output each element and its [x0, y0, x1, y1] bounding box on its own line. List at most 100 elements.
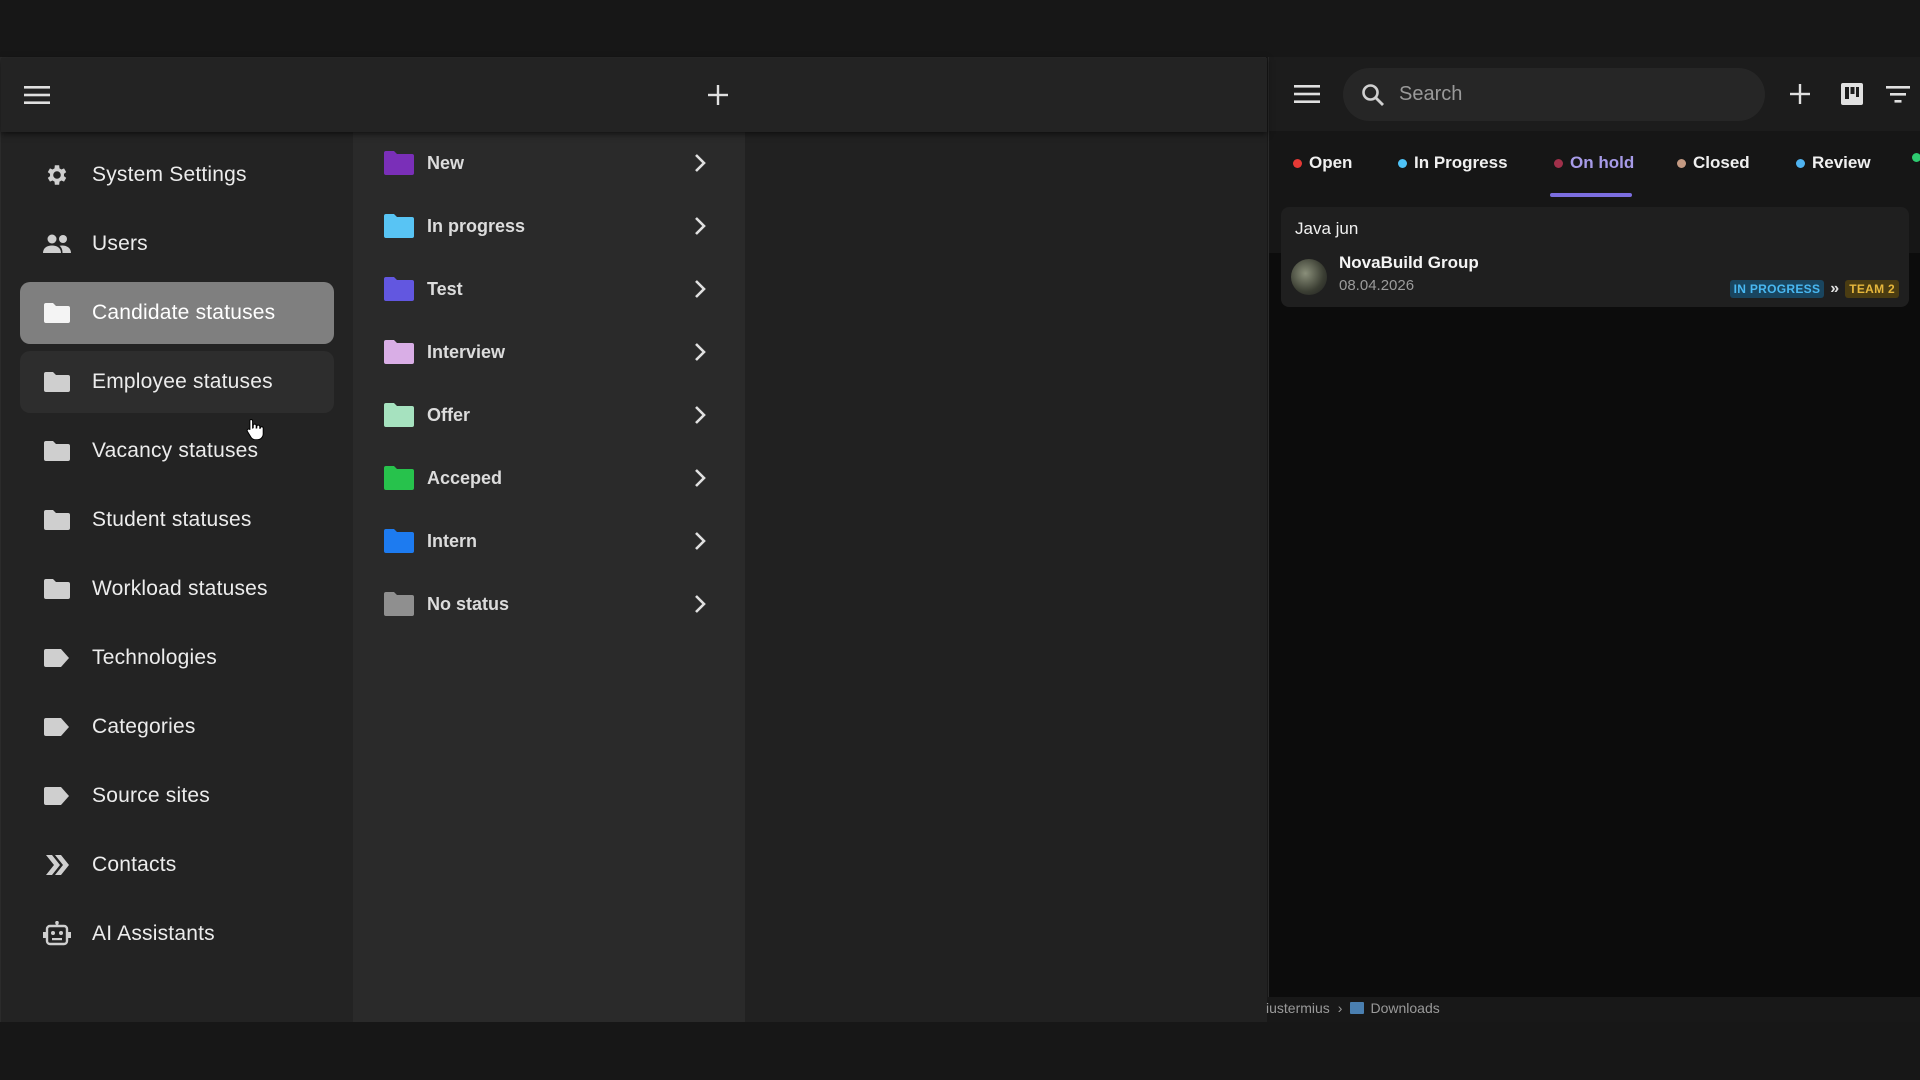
sidebar-item-candidate-statuses[interactable]: Candidate statuses	[20, 282, 334, 344]
sidebar-item-label: Employee statuses	[92, 370, 273, 393]
search-icon	[1361, 83, 1385, 107]
double-chevron-icon	[42, 850, 72, 880]
filter-button[interactable]	[1881, 77, 1915, 111]
sidebar-item-label: Users	[92, 232, 148, 255]
status-row-offer[interactable]: Offer	[353, 384, 745, 446]
add-vacancy-button[interactable]	[1783, 77, 1817, 111]
status-row-acceped[interactable]: Acceped	[353, 447, 745, 509]
sidebar-item-label: Student statuses	[92, 508, 252, 531]
folder-icon	[42, 574, 72, 604]
plus-icon	[708, 85, 728, 105]
settings-window: System Settings Users Candidate statuses…	[0, 57, 1267, 1023]
tag-icon	[42, 712, 72, 742]
board-header	[1269, 57, 1920, 131]
chevron-right-icon	[685, 148, 715, 178]
sidebar-item-label: Contacts	[92, 853, 177, 876]
status-label: Offer	[427, 404, 471, 425]
chevron-right-icon	[685, 211, 715, 241]
detail-pane	[745, 132, 1267, 1023]
status-label: No status	[427, 593, 510, 614]
folder-icon	[383, 212, 417, 240]
tag-icon	[42, 643, 72, 673]
folder-icon	[383, 527, 417, 555]
sidebar-item-label: System Settings	[92, 163, 247, 186]
folder-icon	[42, 505, 72, 535]
status-dot	[1293, 158, 1302, 168]
team-badge: TEAM 2	[1845, 280, 1899, 298]
screen-bottom-bar	[0, 1022, 1920, 1080]
breadcrumb-separator: ›	[1337, 1000, 1343, 1016]
board-view-button[interactable]	[1835, 77, 1869, 111]
folder-icon	[42, 367, 72, 397]
sidebar-item-system-settings[interactable]: System Settings	[20, 144, 334, 206]
status-dot	[1398, 158, 1407, 168]
sidebar-item-technologies[interactable]: Technologies	[20, 627, 334, 689]
status-row-test[interactable]: Test	[353, 258, 745, 320]
menu-button[interactable]	[19, 78, 55, 112]
folder-icon	[383, 338, 417, 366]
tab-label: Closed	[1693, 153, 1750, 172]
status-row-no-status[interactable]: No status	[353, 573, 745, 635]
search-input[interactable]	[1399, 83, 1739, 106]
vacancy-title: Java jun	[1295, 219, 1359, 238]
status-badge: IN PROGRESS	[1729, 280, 1825, 298]
folder-icon	[42, 298, 72, 328]
gear-icon	[42, 160, 72, 190]
company-avatar	[1291, 259, 1327, 295]
folder-icon	[383, 590, 417, 618]
vacancy-board-panel: Open In Progress On hold Closed Review J…	[1268, 57, 1920, 997]
add-button[interactable]	[700, 78, 736, 112]
sidebar-item-source-sites[interactable]: Source sites	[20, 765, 334, 827]
status-label: Acceped	[427, 467, 503, 488]
breadcrumb-item[interactable]: iustermius	[1266, 1000, 1330, 1016]
status-row-intern[interactable]: Intern	[353, 510, 745, 572]
folder-icon	[383, 401, 417, 429]
tab-label: In Progress	[1414, 153, 1508, 172]
kanban-icon	[1841, 83, 1863, 105]
status-row-interview[interactable]: Interview	[353, 321, 745, 383]
status-label: New	[427, 152, 465, 173]
sidebar-item-vacancy-statuses[interactable]: Vacancy statuses	[20, 420, 334, 482]
chevron-right-icon	[685, 274, 715, 304]
robot-icon	[42, 919, 72, 949]
chevron-right-icon	[685, 463, 715, 493]
tab-label: On hold	[1570, 153, 1635, 172]
tab-next[interactable]	[1912, 131, 1920, 253]
sidebar-item-categories[interactable]: Categories	[20, 696, 334, 758]
app-header	[1, 58, 1267, 132]
folder-icon	[383, 275, 417, 303]
sidebar-item-contacts[interactable]: Contacts	[20, 834, 334, 896]
status-dot	[1554, 158, 1563, 168]
sidebar-item-employee-statuses[interactable]: Employee statuses	[20, 351, 334, 413]
breadcrumb-item[interactable]: Downloads	[1370, 1000, 1439, 1016]
plus-icon	[1790, 84, 1810, 104]
status-row-new[interactable]: New	[353, 132, 745, 194]
vacancy-card[interactable]: Java jun NovaBuild Group 08.04.2026 IN P…	[1281, 207, 1909, 307]
sidebar-item-label: Categories	[92, 715, 196, 738]
sidebar-item-workload-statuses[interactable]: Workload statuses	[20, 558, 334, 620]
sidebar-item-label: Candidate statuses	[92, 301, 276, 324]
folder-icon	[383, 149, 417, 177]
active-tab-indicator	[1550, 193, 1632, 197]
candidate-status-list: New In progress Test Interview Offer Acc…	[353, 132, 745, 1023]
status-label: Interview	[427, 341, 506, 362]
menu-icon	[24, 86, 50, 104]
sidebar-item-users[interactable]: Users	[20, 213, 334, 275]
chevron-right-icon	[685, 526, 715, 556]
sidebar-item-label: Workload statuses	[92, 577, 268, 600]
status-dot	[1677, 158, 1686, 168]
board-menu-button[interactable]	[1289, 77, 1325, 111]
folder-icon	[383, 464, 417, 492]
sidebar-item-ai-assistants[interactable]: AI Assistants	[20, 903, 334, 965]
sidebar-item-label: Source sites	[92, 784, 210, 807]
status-row-in-progress[interactable]: In progress	[353, 195, 745, 257]
chevron-right-icon	[685, 337, 715, 367]
company-name: NovaBuild Group	[1339, 253, 1479, 272]
tag-icon	[42, 781, 72, 811]
search-box[interactable]	[1343, 68, 1765, 121]
chevron-right-icon	[685, 400, 715, 430]
sidebar-item-student-statuses[interactable]: Student statuses	[20, 489, 334, 551]
chevron-right-icon	[685, 589, 715, 619]
breadcrumb: iustermius › Downloads	[1266, 998, 1440, 1018]
filter-icon	[1886, 86, 1910, 103]
